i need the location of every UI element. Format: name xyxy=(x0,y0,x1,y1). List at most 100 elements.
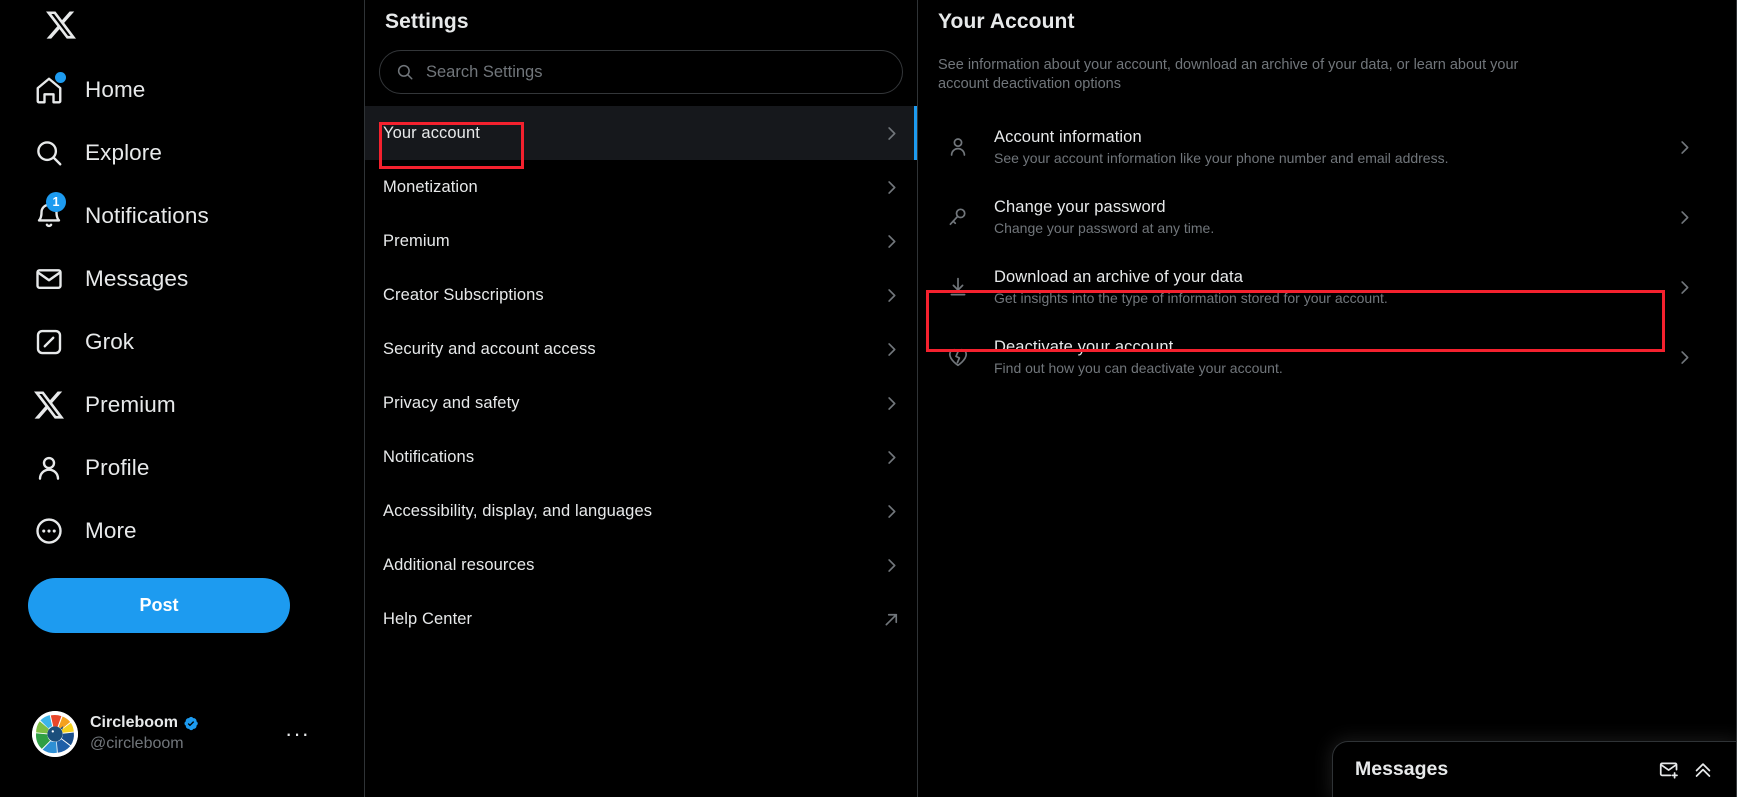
search-icon xyxy=(32,136,65,169)
row-title: Download an archive of your data xyxy=(994,268,1243,286)
avatar xyxy=(32,711,78,757)
account-switcher[interactable]: Circleboom @circleboom ··· xyxy=(26,701,322,767)
settings-item-label: Security and account access xyxy=(383,340,882,359)
sidebar-item-label: Messages xyxy=(85,266,188,292)
sidebar-item-more[interactable]: More xyxy=(28,499,294,562)
bell-icon: 1 xyxy=(32,199,65,232)
chevron-right-icon xyxy=(882,286,901,305)
x-logo-icon[interactable] xyxy=(34,0,88,52)
chevron-right-icon xyxy=(882,556,901,575)
account-options-list: Account information See your account inf… xyxy=(918,112,1736,392)
sidebar-item-label: Profile xyxy=(85,455,149,481)
chevron-right-icon xyxy=(882,124,901,143)
sidebar-item-premium[interactable]: Premium xyxy=(28,373,294,436)
download-icon xyxy=(946,275,970,299)
chevron-right-icon xyxy=(882,232,901,251)
chevron-right-icon xyxy=(882,448,901,467)
sidebar-item-home[interactable]: Home xyxy=(28,58,294,121)
post-button[interactable]: Post xyxy=(28,578,290,633)
settings-item-accessibility-display-and-languages[interactable]: Accessibility, display, and languages xyxy=(365,484,917,538)
row-title: Account information xyxy=(994,128,1142,146)
envelope-icon xyxy=(32,262,65,295)
row-change-your-password[interactable]: Change your password Change your passwor… xyxy=(918,182,1736,252)
row-body: Deactivate your account Find out how you… xyxy=(994,336,1651,379)
settings-item-label: Privacy and safety xyxy=(383,394,882,413)
account-handle: @circleboom xyxy=(90,735,184,752)
more-circle-icon xyxy=(32,514,65,547)
search-input[interactable] xyxy=(426,63,886,82)
row-subtitle: Find out how you can deactivate your acc… xyxy=(994,359,1651,379)
settings-menu-list: Your account Monetization Premium Creato… xyxy=(365,106,917,646)
account-text: Circleboom @circleboom xyxy=(90,713,273,755)
settings-item-monetization[interactable]: Monetization xyxy=(365,160,917,214)
settings-item-label: Help Center xyxy=(383,610,882,629)
settings-item-your-account[interactable]: Your account xyxy=(365,106,917,160)
sidebar-item-label: Explore xyxy=(85,140,162,166)
person-icon xyxy=(32,451,65,484)
row-subtitle: See your account information like your p… xyxy=(994,149,1651,169)
notifications-count-badge: 1 xyxy=(46,192,66,212)
row-deactivate-your-account[interactable]: Deactivate your account Find out how you… xyxy=(918,322,1736,392)
sidebar-item-label: Home xyxy=(85,77,145,103)
settings-item-creator-subscriptions[interactable]: Creator Subscriptions xyxy=(365,268,917,322)
x-premium-icon xyxy=(32,388,65,421)
settings-item-label: Additional resources xyxy=(383,556,882,575)
x-settings-page: Home Explore 1 Notifications Messa xyxy=(0,0,1737,797)
chevron-right-icon xyxy=(1675,208,1694,227)
settings-item-security-and-account-access[interactable]: Security and account access xyxy=(365,322,917,376)
sidebar-item-label: Notifications xyxy=(85,203,209,229)
settings-item-label: Creator Subscriptions xyxy=(383,286,882,305)
home-icon xyxy=(32,73,65,106)
settings-item-premium[interactable]: Premium xyxy=(365,214,917,268)
sidebar-item-label: Premium xyxy=(85,392,176,418)
home-unread-dot xyxy=(55,72,66,83)
row-body: Account information See your account inf… xyxy=(994,126,1651,169)
new-message-icon[interactable] xyxy=(1652,753,1686,787)
settings-item-label: Accessibility, display, and languages xyxy=(383,502,882,521)
settings-search-box[interactable] xyxy=(379,50,903,94)
chevron-right-icon xyxy=(1675,348,1694,367)
sidebar-item-profile[interactable]: Profile xyxy=(28,436,294,499)
broken-heart-icon xyxy=(946,345,970,369)
person-icon xyxy=(946,135,970,159)
chevron-right-icon xyxy=(882,394,901,413)
settings-item-additional-resources[interactable]: Additional resources xyxy=(365,538,917,592)
primary-sidebar: Home Explore 1 Notifications Messa xyxy=(0,0,364,797)
sidebar-item-label: More xyxy=(85,518,137,544)
sidebar-item-messages[interactable]: Messages xyxy=(28,247,294,310)
row-title: Deactivate your account xyxy=(994,338,1173,356)
chevron-right-icon xyxy=(882,340,901,359)
chevron-right-icon xyxy=(882,502,901,521)
settings-item-label: Notifications xyxy=(383,448,882,467)
row-title: Change your password xyxy=(994,198,1166,216)
sidebar-item-label: Grok xyxy=(85,329,134,355)
external-link-icon xyxy=(882,610,901,629)
row-account-information[interactable]: Account information See your account inf… xyxy=(918,112,1736,182)
row-download-archive[interactable]: Download an archive of your data Get ins… xyxy=(918,252,1736,322)
row-body: Change your password Change your passwor… xyxy=(994,196,1651,239)
settings-item-privacy-and-safety[interactable]: Privacy and safety xyxy=(365,376,917,430)
row-subtitle: Change your password at any time. xyxy=(994,219,1651,239)
messages-dock-title: Messages xyxy=(1355,758,1652,781)
account-name-text: Circleboom xyxy=(90,713,178,734)
sidebar-nav-list: Home Explore 1 Notifications Messa xyxy=(28,58,364,562)
chevron-right-icon xyxy=(1675,278,1694,297)
account-display-name: Circleboom xyxy=(90,713,273,734)
sidebar-item-explore[interactable]: Explore xyxy=(28,121,294,184)
verified-badge-icon xyxy=(182,715,199,732)
settings-item-label: Monetization xyxy=(383,178,882,197)
sidebar-item-notifications[interactable]: 1 Notifications xyxy=(28,184,294,247)
chevrons-up-icon[interactable] xyxy=(1686,753,1720,787)
settings-item-help-center[interactable]: Help Center xyxy=(365,592,917,646)
your-account-detail-panel: Your Account See information about your … xyxy=(918,0,1737,797)
sidebar-item-grok[interactable]: Grok xyxy=(28,310,294,373)
page-title: Your Account xyxy=(918,0,1736,34)
settings-item-label: Premium xyxy=(383,232,882,251)
account-more-icon[interactable]: ··· xyxy=(285,727,316,740)
row-subtitle: Get insights into the type of informatio… xyxy=(994,289,1651,309)
settings-item-notifications[interactable]: Notifications xyxy=(365,430,917,484)
messages-dock[interactable]: Messages xyxy=(1332,741,1736,797)
key-icon xyxy=(946,205,970,229)
chevron-right-icon xyxy=(882,178,901,197)
settings-column: Settings Your account Monetization Premi… xyxy=(364,0,918,797)
